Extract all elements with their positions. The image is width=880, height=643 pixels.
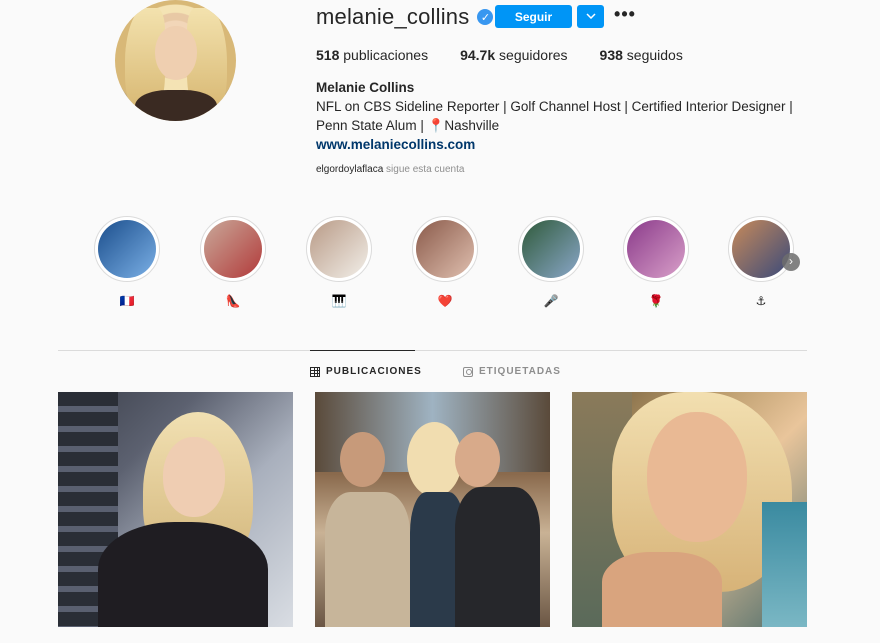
chevron-right-icon[interactable]: ›	[782, 253, 800, 271]
face-shape	[163, 437, 225, 517]
highlight-cover	[98, 220, 156, 278]
highlight-item[interactable]: 🇫🇷	[94, 216, 160, 308]
highlight-label: ❤️	[437, 294, 453, 308]
followed-by[interactable]: elgordoylaflaca sigue esta cuenta	[316, 164, 464, 175]
posts-label: publicaciones	[343, 47, 429, 63]
highlight-label: 🌹	[648, 294, 664, 308]
avatar-face	[155, 26, 197, 80]
highlight-cover	[204, 220, 262, 278]
highlight-item[interactable]: 🎤	[518, 216, 584, 308]
highlight-label: ⚓	[755, 294, 767, 308]
pin-icon: 📍	[427, 118, 445, 133]
full-name: Melanie Collins	[316, 80, 415, 95]
highlight-item[interactable]: 🎹	[306, 216, 372, 308]
more-icon[interactable]: •••	[614, 5, 636, 27]
followed-by-text: sigue esta cuenta	[386, 164, 465, 175]
highlight-item[interactable]: ❤️	[412, 216, 478, 308]
following-label: seguidos	[626, 47, 683, 63]
followers-stat[interactable]: 94.7k seguidores	[460, 47, 567, 63]
chevron-down-icon[interactable]	[577, 5, 604, 28]
profile-avatar[interactable]	[115, 0, 236, 121]
bio-location: Nashville	[444, 118, 500, 133]
highlight-cover	[310, 220, 368, 278]
followers-label: seguidores	[499, 47, 568, 63]
person-2-hair	[407, 422, 462, 497]
person-1-face	[340, 432, 385, 487]
highlight-ring	[623, 216, 689, 282]
username: melanie_collins	[316, 4, 470, 29]
grid-icon	[310, 366, 320, 377]
verified-badge-icon: ✓	[477, 9, 494, 25]
tab-tagged[interactable]: ETIQUETADAS	[463, 366, 561, 377]
following-stat[interactable]: 938 seguidos	[600, 47, 683, 63]
bio-line-2-text: Penn State Alum |	[316, 118, 428, 133]
posts-count: 518	[316, 47, 340, 63]
followed-by-user: elgordoylaflaca	[316, 164, 384, 175]
post-3[interactable]	[572, 392, 807, 627]
highlight-cover	[732, 220, 790, 278]
follow-button[interactable]: Seguir	[495, 5, 572, 28]
tab-posts-label: PUBLICACIONES	[326, 366, 422, 377]
post-2[interactable]	[315, 392, 550, 627]
outfit-shape	[98, 522, 268, 627]
avatar-body	[135, 90, 217, 121]
face-shape	[647, 412, 747, 542]
tabs-divider	[58, 350, 807, 351]
following-count: 938	[599, 47, 623, 63]
highlight-item[interactable]: 🌹	[623, 216, 689, 308]
profile-stats: 518 publicaciones 94.7k seguidores 938 s…	[316, 47, 715, 63]
tag-icon	[463, 366, 473, 377]
person-3-face	[455, 432, 500, 487]
highlight-cover	[522, 220, 580, 278]
highlight-label: 🎹	[331, 294, 347, 308]
followers-count: 94.7k	[460, 47, 496, 63]
highlight-label: 🎤	[543, 294, 559, 308]
tab-posts[interactable]: PUBLICACIONES	[310, 366, 422, 377]
post-1[interactable]	[58, 392, 293, 627]
tab-tagged-label: ETIQUETADAS	[479, 366, 561, 377]
highlight-ring	[518, 216, 584, 282]
highlight-label: 🇫🇷	[119, 294, 135, 308]
highlight-ring	[200, 216, 266, 282]
username-row: melanie_collins ✓	[316, 4, 494, 30]
highlight-ring	[412, 216, 478, 282]
active-tab-indicator	[310, 350, 415, 351]
bio-line-1: NFL on CBS Sideline Reporter | Golf Chan…	[316, 99, 793, 114]
highlight-label: 👠	[225, 294, 241, 308]
pool-background	[762, 502, 807, 627]
hand-shape	[602, 552, 722, 627]
highlight-ring	[94, 216, 160, 282]
posts-stat: 518 publicaciones	[316, 47, 428, 63]
highlight-cover	[416, 220, 474, 278]
highlight-item[interactable]: 👠	[200, 216, 266, 308]
highlight-cover	[627, 220, 685, 278]
highlight-ring	[306, 216, 372, 282]
website-link[interactable]: www.melaniecollins.com	[316, 137, 475, 152]
person-1-shirt	[325, 492, 410, 627]
person-3-shirt	[455, 487, 540, 627]
bio-line-2: Penn State Alum | 📍Nashville	[316, 118, 499, 134]
highlight-ring	[728, 216, 794, 282]
